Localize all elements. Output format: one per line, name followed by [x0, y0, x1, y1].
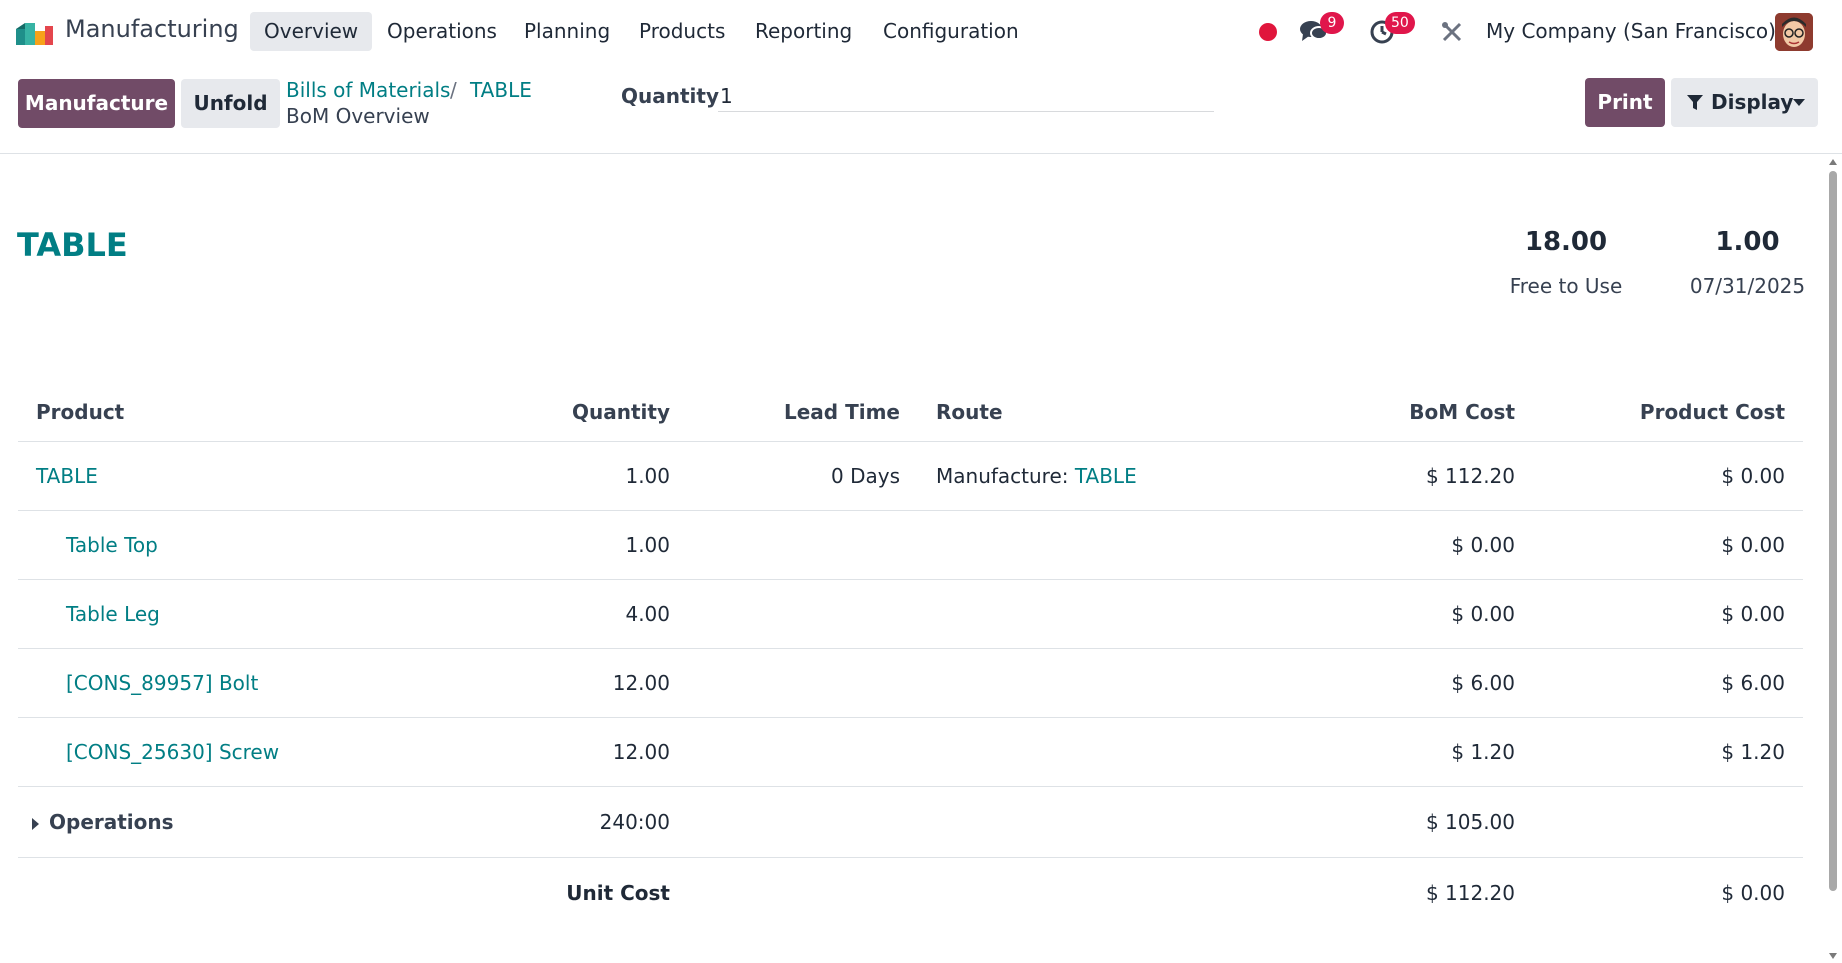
app-name[interactable]: Manufacturing	[65, 15, 239, 43]
component-link[interactable]: [CONS_89957] Bolt	[66, 671, 258, 695]
bom-cost-cell: $ 6.00	[1258, 648, 1533, 718]
quantity-cell: 4.00	[418, 579, 688, 649]
column-product: Product	[18, 383, 418, 442]
lead-time-cell: 0 Days	[688, 441, 918, 511]
top-navbar: Manufacturing Overview Operations Planni…	[0, 0, 1842, 63]
unit-cost-row: Unit Cost $ 112.20 $ 0.00	[18, 858, 1803, 929]
print-button[interactable]: Print	[1585, 78, 1665, 127]
availability-date: 07/31/2025	[1689, 274, 1806, 298]
table-row: [CONS_89957] Bolt 12.00 $ 6.00 $ 6.00	[18, 648, 1803, 718]
table-row: TABLE 1.00 0 Days Manufacture: TABLE $ 1…	[18, 441, 1803, 511]
column-bom-cost: BoM Cost	[1258, 383, 1533, 442]
table-row: [CONS_25630] Screw 12.00 $ 1.20 $ 1.20	[18, 717, 1803, 787]
table-row: Table Leg 4.00 $ 0.00 $ 0.00	[18, 579, 1803, 649]
scroll-up-arrow-icon[interactable]	[1829, 159, 1837, 165]
unit-cost-label: Unit Cost	[566, 881, 670, 905]
free-to-use-label: Free to Use	[1509, 274, 1623, 298]
menu-overview[interactable]: Overview	[250, 12, 373, 51]
menu-planning[interactable]: Planning	[510, 12, 624, 51]
quantity-label: Quantity	[621, 84, 719, 108]
menu-configuration[interactable]: Configuration	[869, 12, 1033, 51]
unfold-button[interactable]: Unfold	[181, 79, 280, 128]
display-label: Display	[1711, 90, 1794, 114]
column-quantity: Quantity	[418, 383, 688, 442]
product-cost-cell: $ 0.00	[1533, 510, 1803, 580]
record-dot-icon[interactable]	[1258, 22, 1278, 42]
product-cost-cell: $ 0.00	[1533, 441, 1803, 511]
product-link[interactable]: TABLE	[36, 464, 98, 488]
breadcrumb-table[interactable]: TABLE	[470, 78, 532, 102]
product-cost-cell: $ 0.00	[1533, 579, 1803, 649]
bom-cost-cell: $ 0.00	[1258, 579, 1533, 649]
product-cost-cell: $ 1.20	[1533, 717, 1803, 787]
column-route: Route	[918, 383, 1258, 442]
breadcrumb-separator: /	[450, 78, 457, 102]
filter-icon	[1687, 95, 1703, 110]
route-prefix: Manufacture:	[936, 464, 1075, 488]
menu-reporting[interactable]: Reporting	[741, 12, 866, 51]
bom-table: Product Quantity Lead Time Route BoM Cos…	[18, 383, 1803, 928]
menu-products[interactable]: Products	[625, 12, 739, 51]
scroll-down-arrow-icon[interactable]	[1829, 953, 1837, 959]
breadcrumb-bills-of-materials[interactable]: Bills of Materials	[286, 78, 450, 102]
tools-icon[interactable]	[1441, 21, 1463, 43]
table-row: Table Top 1.00 $ 0.00 $ 0.00	[18, 510, 1803, 580]
company-switcher[interactable]: My Company (San Francisco)	[1486, 19, 1776, 43]
quantity-cell: 12.00	[418, 648, 688, 718]
unit-cost-bom-cost: $ 112.20	[1425, 881, 1515, 905]
operations-row[interactable]: Operations 240:00 $ 105.00	[18, 786, 1803, 858]
caret-down-icon	[1793, 99, 1805, 106]
bom-cost-cell: $ 0.00	[1258, 510, 1533, 580]
column-lead-time: Lead Time	[688, 383, 918, 442]
component-link[interactable]: Table Top	[66, 533, 158, 557]
scroll-thumb[interactable]	[1829, 171, 1837, 891]
user-avatar[interactable]	[1775, 13, 1813, 51]
quantity-cell: 1.00	[418, 441, 688, 511]
quantity-cell: 1.00	[418, 510, 688, 580]
component-link[interactable]: [CONS_25630] Screw	[66, 740, 279, 764]
quantity-input[interactable]	[718, 80, 1214, 112]
breadcrumb-current: BoM Overview	[286, 104, 430, 128]
product-title[interactable]: TABLE	[17, 226, 128, 264]
control-panel-divider	[0, 153, 1842, 154]
manufacturing-app-icon[interactable]	[14, 17, 54, 47]
quantity-cell: 12.00	[418, 717, 688, 787]
component-link[interactable]: Table Leg	[66, 602, 160, 626]
unit-cost-product-cost: $ 0.00	[1721, 881, 1785, 905]
column-product-cost: Product Cost	[1533, 383, 1803, 442]
messages-badge: 9	[1320, 12, 1344, 34]
display-dropdown[interactable]: Display	[1671, 78, 1818, 127]
vertical-scrollbar[interactable]	[1826, 157, 1840, 963]
bom-cost-cell: $ 1.20	[1258, 717, 1533, 787]
caret-right-icon[interactable]	[32, 817, 39, 830]
free-to-use-value: 18.00	[1524, 227, 1608, 257]
route-link[interactable]: TABLE	[1075, 464, 1137, 488]
route-cell: Manufacture: TABLE	[918, 441, 1258, 511]
operations-label[interactable]: Operations	[49, 810, 174, 834]
product-cost-cell: $ 6.00	[1533, 648, 1803, 718]
bom-cost-cell: $ 112.20	[1258, 441, 1533, 511]
menu-operations[interactable]: Operations	[373, 12, 511, 51]
availability-value: 1.00	[1715, 227, 1780, 257]
operations-bom-cost: $ 105.00	[1258, 786, 1533, 858]
table-header-row: Product Quantity Lead Time Route BoM Cos…	[18, 383, 1803, 442]
operations-duration: 240:00	[418, 786, 688, 858]
activities-badge: 50	[1385, 12, 1415, 34]
manufacture-button[interactable]: Manufacture	[18, 79, 175, 128]
